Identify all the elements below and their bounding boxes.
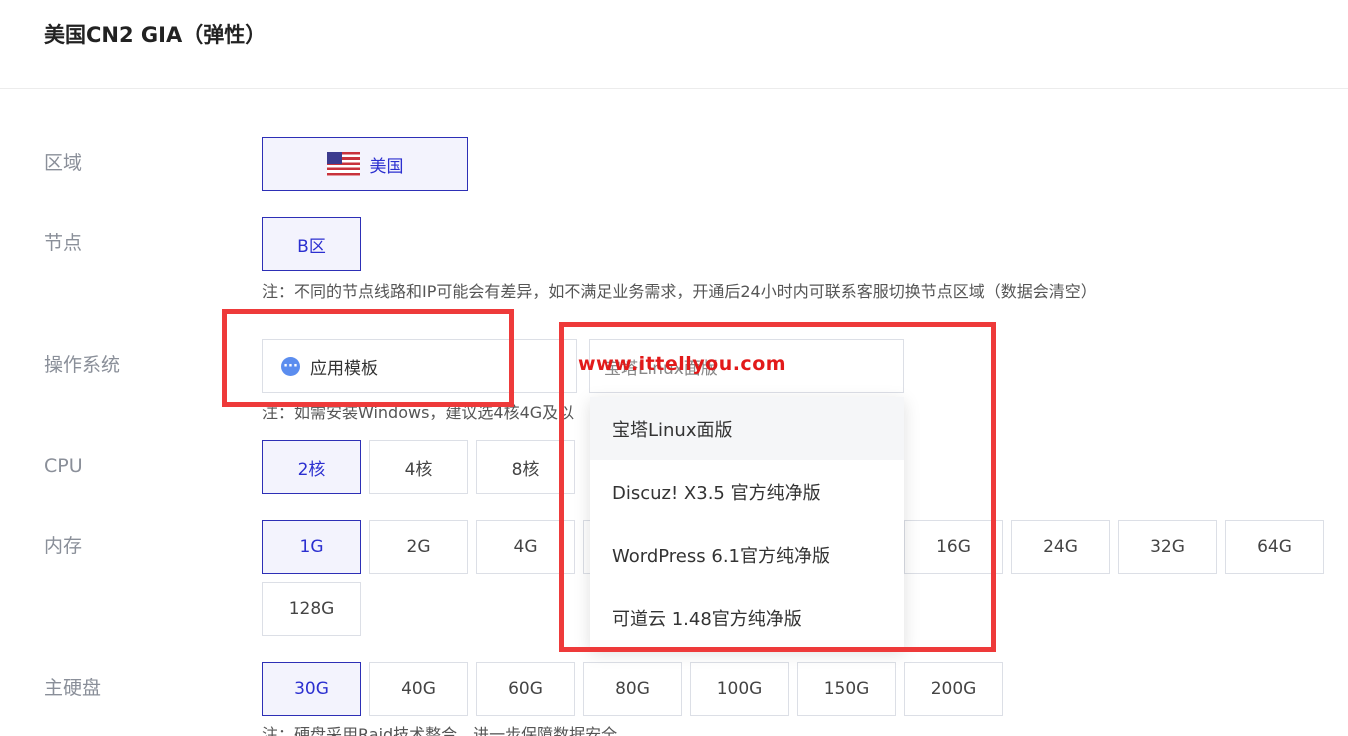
cpu-option-2[interactable]: 2核 [262,440,361,494]
memory-option-16g[interactable]: 16G [904,520,1003,574]
disk-option-40g[interactable]: 40G [369,662,468,716]
disk-option-30g[interactable]: 30G [262,662,361,716]
disk-option-100g[interactable]: 100G [690,662,789,716]
node-option-b[interactable]: B区 [262,217,361,271]
more-dots-icon: ··· [281,356,300,376]
region-option-us[interactable]: 美国 [262,137,468,191]
cpu-option-4[interactable]: 4核 [369,440,468,494]
page-header: 美国CN2 GIA（弹性） [0,0,1348,89]
dropdown-option-wordpress[interactable]: WordPress 6.1官方纯净版 [590,523,904,586]
watermark-text: www.ittellyou.com [578,353,787,375]
memory-option-128g[interactable]: 128G [262,582,361,636]
os-note: 注：如需安装Windows，建议选4核4G及以 [262,403,575,422]
disk-option-150g[interactable]: 150G [797,662,896,716]
us-flag-icon [326,152,360,176]
os-label: 操作系统 [44,354,121,376]
app-template-label: 应用模板 [310,358,378,379]
dropdown-option-discuz[interactable]: Discuz! X3.5 官方纯净版 [590,460,904,523]
memory-option-1g[interactable]: 1G [262,520,361,574]
memory-label: 内存 [44,535,83,557]
memory-option-24g[interactable]: 24G [1011,520,1110,574]
disk-note: 注：硬盘采用Raid技术整合，进一步保障数据安全 [262,725,618,736]
cpu-label: CPU [44,455,83,477]
node-label: 节点 [44,232,83,254]
disk-label: 主硬盘 [44,677,102,699]
os-dropdown-menu: 宝塔Linux面版 Discuz! X3.5 官方纯净版 WordPress 6… [590,397,904,649]
page-title: 美国CN2 GIA（弹性） [44,23,267,47]
cpu-option-8[interactable]: 8核 [476,440,575,494]
memory-option-4g[interactable]: 4G [476,520,575,574]
disk-option-200g[interactable]: 200G [904,662,1003,716]
region-option-label: 美国 [369,156,404,177]
disk-option-60g[interactable]: 60G [476,662,575,716]
memory-option-64g[interactable]: 64G [1225,520,1324,574]
memory-option-32g[interactable]: 32G [1118,520,1217,574]
disk-option-80g[interactable]: 80G [583,662,682,716]
app-template-select[interactable]: ··· 应用模板 [262,339,577,393]
node-note: 注：不同的节点线路和IP可能会有差异，如不满足业务需求，开通后24小时内可联系客… [262,282,1097,301]
memory-option-2g[interactable]: 2G [369,520,468,574]
region-label: 区域 [44,152,83,174]
dropdown-option-kodcloud[interactable]: 可道云 1.48官方纯净版 [590,586,904,649]
dropdown-option-baota[interactable]: 宝塔Linux面版 [590,397,904,460]
